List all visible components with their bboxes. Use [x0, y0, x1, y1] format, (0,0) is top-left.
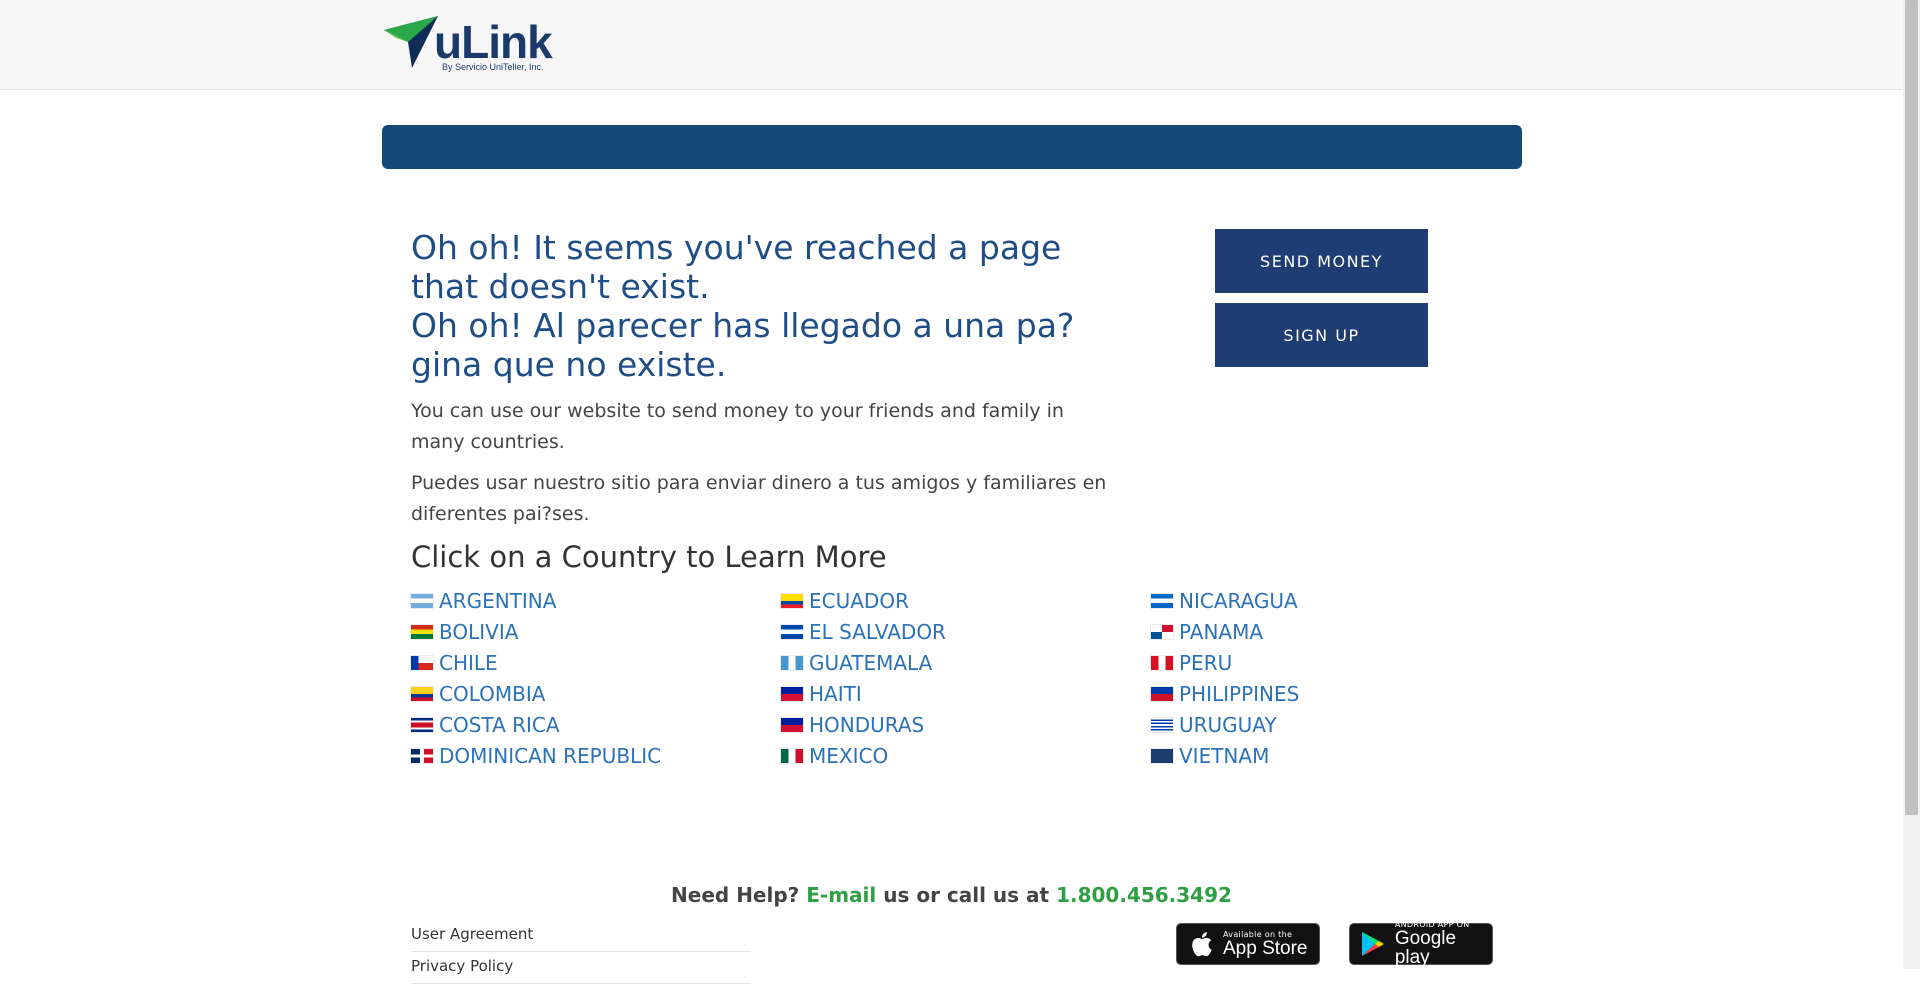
country-name: HAITI — [809, 681, 862, 706]
app-store-big-text: App Store — [1223, 937, 1308, 959]
country-link-guatemala[interactable]: GUATEMALA — [781, 647, 946, 678]
need-help-text: Need Help? — [671, 883, 800, 907]
error-headline: Oh oh! It seems you've reached a page th… — [411, 228, 1121, 384]
logo-subtitle: By Servicio UniTeller, Inc. — [442, 62, 544, 72]
country-link-uruguay[interactable]: URUGUAY — [1151, 709, 1299, 740]
flag-peru-icon — [1151, 655, 1173, 670]
flag-honduras-icon — [781, 717, 803, 732]
flag-nicaragua-icon — [1151, 593, 1173, 608]
country-link-ecuador[interactable]: ECUADOR — [781, 585, 946, 616]
countries-heading: Click on a Country to Learn More — [411, 540, 887, 574]
country-link-colombia[interactable]: COLOMBIA — [411, 678, 661, 709]
country-name: NICARAGUA — [1179, 588, 1298, 613]
country-column-3: NICARAGUA PANAMA PERU PHILIPPINES URUGUA… — [1151, 585, 1299, 771]
flag-el-salvador-icon — [781, 624, 803, 639]
email-link[interactable]: E-mail — [806, 883, 876, 907]
flag-ecuador-icon — [781, 593, 803, 608]
country-name: BOLIVIA — [439, 619, 519, 644]
country-name: URUGUAY — [1179, 712, 1277, 737]
flag-costa-rica-icon — [411, 717, 433, 732]
country-name: PHILIPPINES — [1179, 681, 1300, 706]
flag-panama-icon — [1151, 624, 1173, 639]
privacy-policy-link[interactable]: Privacy Policy — [411, 952, 751, 984]
sign-up-button[interactable]: SIGN UP — [1215, 303, 1428, 367]
site-header: uLink By Servicio UniTeller, Inc. — [0, 0, 1903, 90]
country-link-dominican-republic[interactable]: DOMINICAN REPUBLIC — [411, 740, 661, 771]
flag-philippines-icon — [1151, 686, 1173, 701]
country-link-philippines[interactable]: PHILIPPINES — [1151, 678, 1299, 709]
flag-colombia-icon — [411, 686, 433, 701]
user-agreement-link[interactable]: User Agreement — [411, 920, 751, 952]
page-scrollbar[interactable] — [1903, 0, 1920, 969]
country-link-haiti[interactable]: HAITI — [781, 678, 946, 709]
country-link-nicaragua[interactable]: NICARAGUA — [1151, 585, 1299, 616]
flag-uruguay-icon — [1151, 717, 1173, 732]
nav-bar — [382, 125, 1522, 169]
phone-link[interactable]: 1.800.456.3492 — [1056, 883, 1232, 907]
flag-haiti-icon — [781, 686, 803, 701]
country-link-honduras[interactable]: HONDURAS — [781, 709, 946, 740]
country-column-2: ECUADOR EL SALVADOR GUATEMALA HAITI HOND… — [781, 585, 946, 771]
country-name: CHILE — [439, 650, 498, 675]
apple-icon — [1187, 930, 1215, 958]
country-link-mexico[interactable]: MEXICO — [781, 740, 946, 771]
flag-mexico-icon — [781, 748, 803, 763]
send-money-button[interactable]: SEND MONEY — [1215, 229, 1428, 293]
country-link-vietnam[interactable]: VIETNAM — [1151, 740, 1299, 771]
country-name: EL SALVADOR — [809, 619, 946, 644]
country-name: PERU — [1179, 650, 1233, 675]
flag-dominican-republic-icon — [411, 748, 433, 763]
footer-links: User Agreement Privacy Policy — [411, 920, 751, 984]
country-name: MEXICO — [809, 743, 889, 768]
logo-text: uLink — [434, 16, 553, 68]
country-name: PANAMA — [1179, 619, 1264, 644]
paragraph-spanish: Puedes usar nuestro sitio para enviar di… — [411, 472, 1107, 525]
country-name: COSTA RICA — [439, 712, 560, 737]
call-text: us or call us at — [883, 883, 1050, 907]
country-name: DOMINICAN REPUBLIC — [439, 743, 662, 768]
country-link-chile[interactable]: CHILE — [411, 647, 661, 678]
ulink-logo[interactable]: uLink By Servicio UniTeller, Inc. — [382, 16, 562, 76]
country-column-1: ARGENTINA BOLIVIA CHILE COLOMBIA COSTA R… — [411, 585, 661, 771]
headline-english: Oh oh! It seems you've reached a page th… — [411, 228, 1062, 306]
help-line: Need Help? E-mail us or call us at 1.800… — [0, 883, 1903, 907]
country-link-el-salvador[interactable]: EL SALVADOR — [781, 616, 946, 647]
country-link-peru[interactable]: PERU — [1151, 647, 1299, 678]
country-name: HONDURAS — [809, 712, 925, 737]
flag-vietnam-icon — [1151, 748, 1173, 763]
country-link-bolivia[interactable]: BOLIVIA — [411, 616, 661, 647]
headline-spanish: Oh oh! Al parecer has llegado a una pa?g… — [411, 306, 1075, 384]
flag-guatemala-icon — [781, 655, 803, 670]
scrollbar-thumb[interactable] — [1905, 0, 1918, 815]
country-name: GUATEMALA — [809, 650, 933, 675]
country-link-argentina[interactable]: ARGENTINA — [411, 585, 661, 616]
ulink-arrow-icon — [384, 16, 438, 68]
app-store-badge[interactable]: Available on the App Store — [1176, 923, 1320, 965]
google-play-badge[interactable]: ANDROID APP ON Google play — [1349, 921, 1493, 968]
google-play-icon — [1360, 930, 1387, 958]
country-name: COLOMBIA — [439, 681, 546, 706]
country-name: ARGENTINA — [439, 588, 557, 613]
country-link-costa-rica[interactable]: COSTA RICA — [411, 709, 661, 740]
country-name: ECUADOR — [809, 588, 909, 613]
country-list: ARGENTINA BOLIVIA CHILE COLOMBIA COSTA R… — [411, 585, 1411, 771]
paragraph-english: You can use our website to send money to… — [411, 400, 1064, 453]
flag-bolivia-icon — [411, 624, 433, 639]
flag-chile-icon — [411, 655, 433, 670]
country-link-panama[interactable]: PANAMA — [1151, 616, 1299, 647]
flag-argentina-icon — [411, 593, 433, 608]
google-play-big-text: Google play — [1394, 928, 1457, 968]
country-name: VIETNAM — [1179, 743, 1270, 768]
